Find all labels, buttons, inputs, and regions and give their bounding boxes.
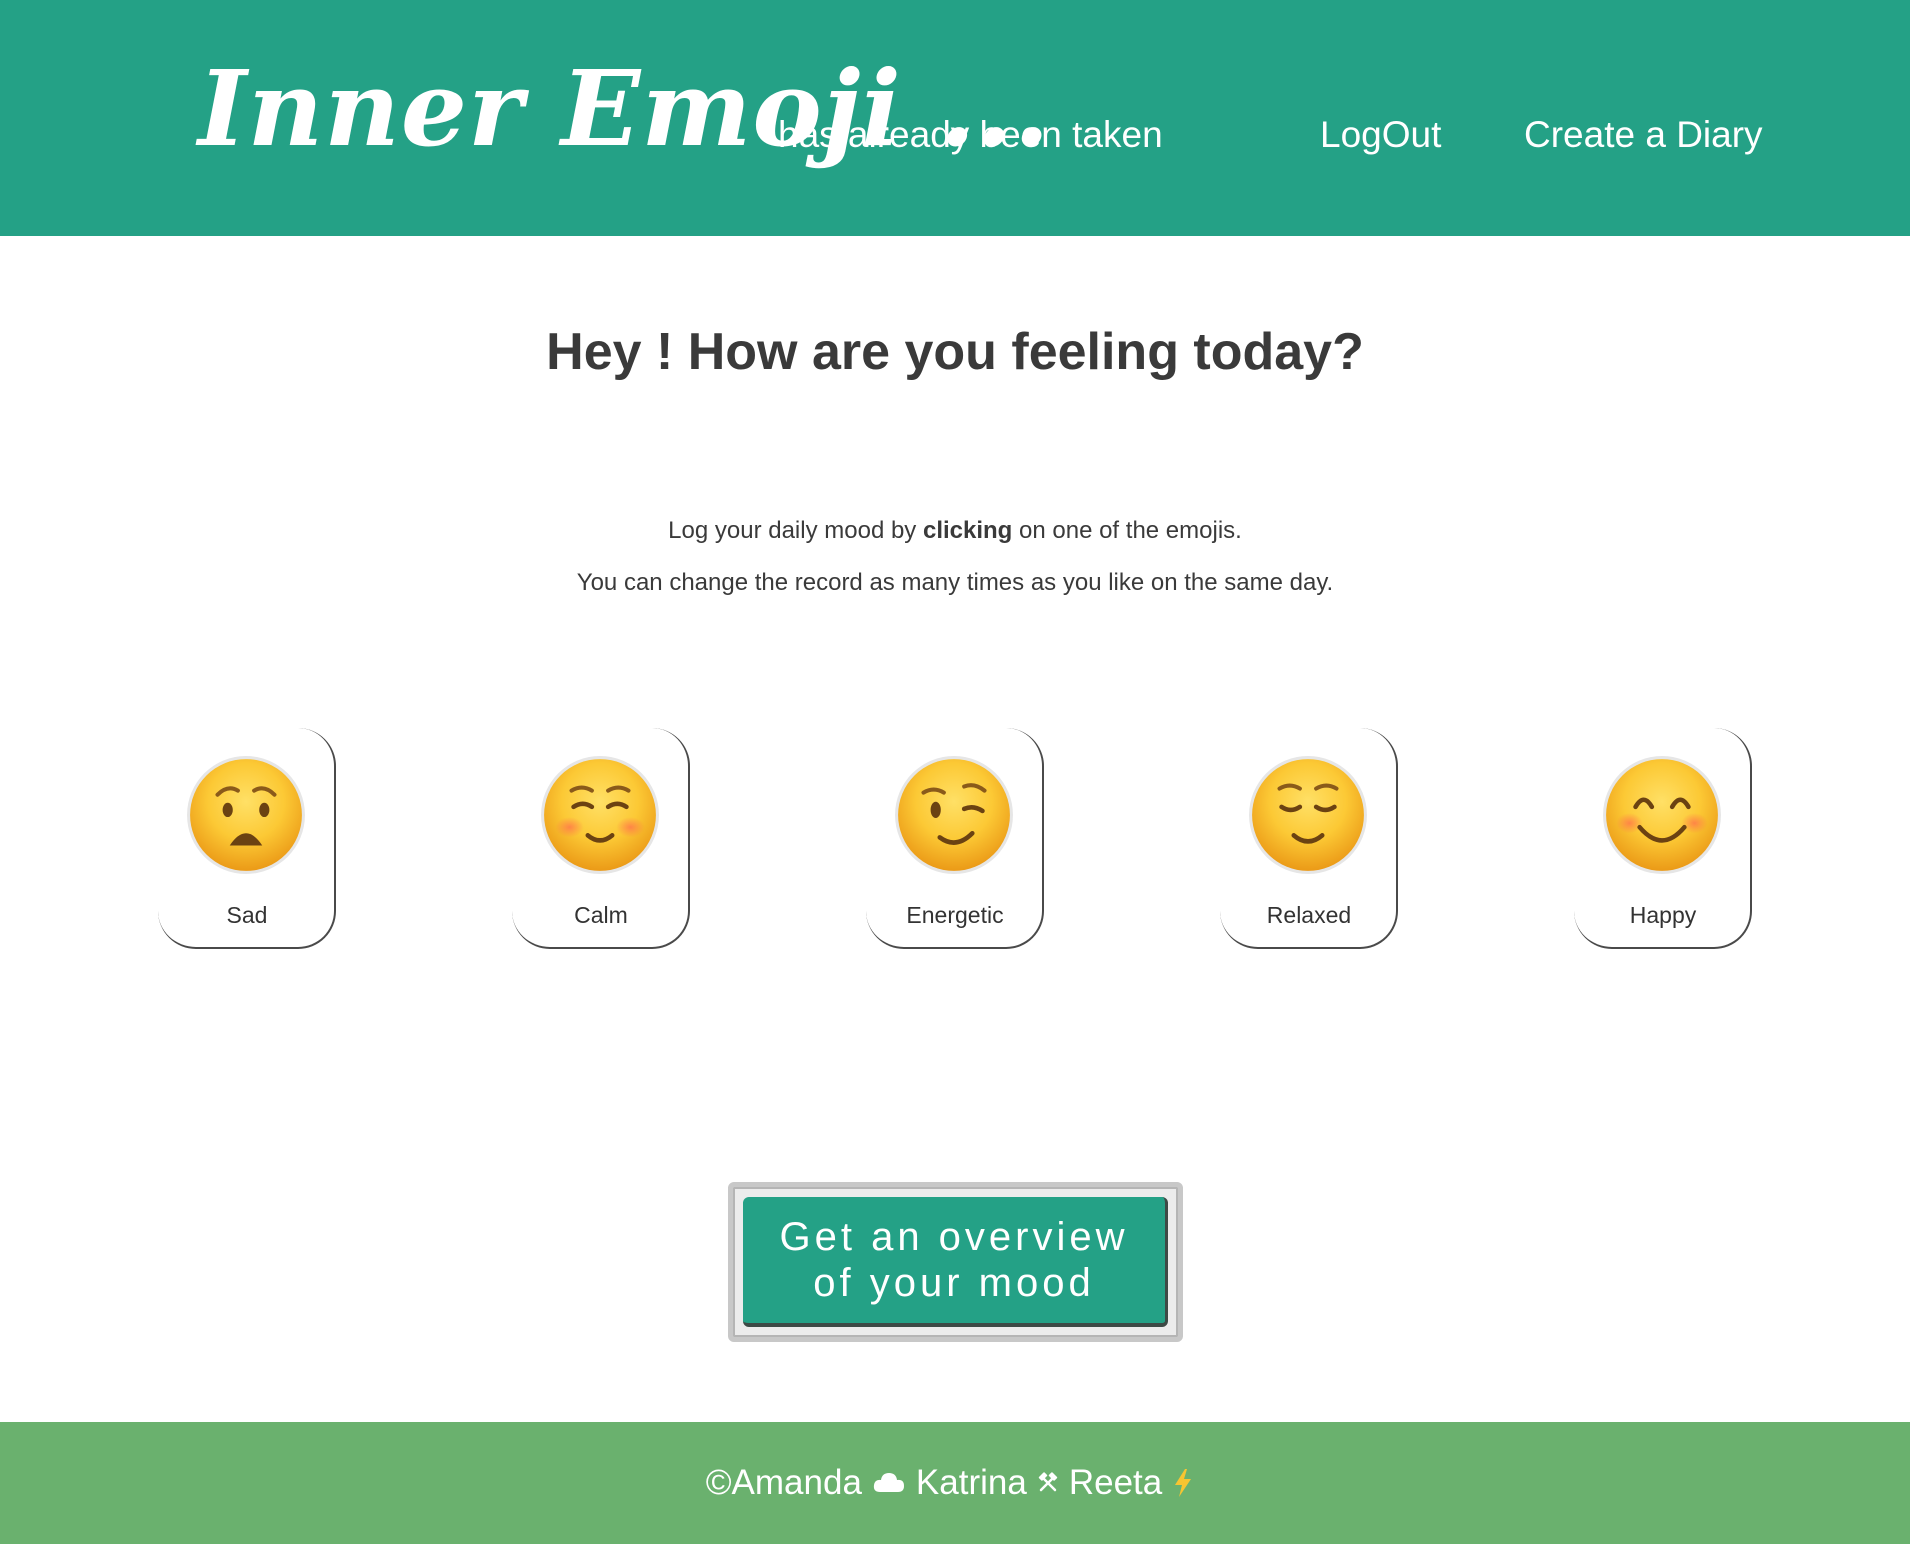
relieved-face-icon xyxy=(1249,756,1367,874)
footer-name-amanda: ©Amanda xyxy=(705,1463,862,1502)
winking-face-icon xyxy=(895,756,1013,874)
instruction-text-start: Log your daily mood by xyxy=(668,517,923,544)
footer-name-reeta: Reeta xyxy=(1068,1463,1163,1502)
lightning-icon xyxy=(1172,1468,1194,1498)
mood-card-happy[interactable]: Happy xyxy=(1574,728,1752,949)
site-header: Inner Emoji ... has already been taken L… xyxy=(0,0,1910,236)
overview-button-label: Get an overview of your mood xyxy=(779,1215,1129,1305)
page-title: Hey ! How are you feeling today? xyxy=(546,323,1364,381)
logout-link[interactable]: LogOut xyxy=(1320,114,1441,156)
mood-card-calm[interactable]: Calm xyxy=(512,728,690,949)
footer-name-katrina: Katrina xyxy=(915,1463,1027,1502)
create-diary-link[interactable]: Create a Diary xyxy=(1524,114,1763,156)
smiling-face-icon xyxy=(1603,756,1721,874)
blushing-face-icon xyxy=(541,756,659,874)
site-footer: ©Amanda Katrina Reeta xyxy=(0,1422,1910,1544)
instruction-text-end: on one of the emojis. xyxy=(1012,517,1242,544)
instruction-line-1: Log your daily mood by clicking on one o… xyxy=(0,517,1910,545)
mood-card-sad[interactable]: Sad xyxy=(158,728,336,949)
overview-button[interactable]: Get an overview of your mood xyxy=(743,1197,1168,1327)
mood-label: Relaxed xyxy=(1266,902,1352,928)
instruction-line-2: You can change the record as many times … xyxy=(576,569,1334,596)
mood-card-energetic[interactable]: Energetic xyxy=(866,728,1044,949)
instruction-emphasis: clicking xyxy=(922,517,1013,544)
mood-card-relaxed[interactable]: Relaxed xyxy=(1220,728,1398,949)
anxious-face-icon xyxy=(187,756,305,874)
mood-label: Sad xyxy=(226,902,268,928)
overview-button-frame: Get an overview of your mood xyxy=(728,1182,1183,1342)
cloud-icon xyxy=(872,1470,906,1496)
mood-label: Energetic xyxy=(906,902,1004,928)
mood-label: Happy xyxy=(1629,902,1697,928)
mood-label: Calm xyxy=(574,902,628,928)
header-subtitle: has already been taken xyxy=(778,114,1163,155)
crossed-hammers-icon xyxy=(1037,1472,1059,1494)
